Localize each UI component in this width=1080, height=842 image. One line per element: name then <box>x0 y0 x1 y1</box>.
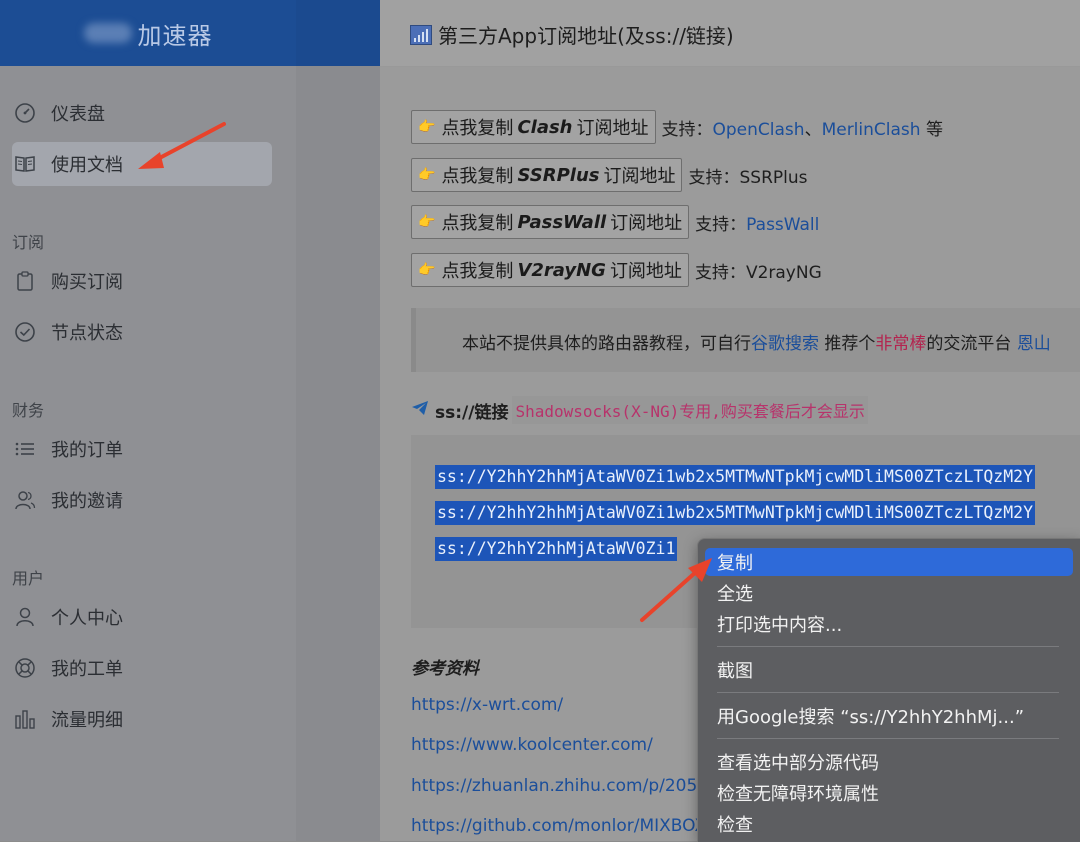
menu-item-copy[interactable]: 复制 <box>705 548 1073 576</box>
sidebar-item-label: 流量明细 <box>51 710 123 731</box>
pointing-hand-icon: 👉 <box>418 214 436 230</box>
copy-passwall-button[interactable]: 👉 点我复制 PassWall 订阅地址 <box>411 205 690 239</box>
highlight-text: 非常棒 <box>875 334 927 354</box>
copy-v2rayng-button[interactable]: 👉 点我复制 V2rayNG 订阅地址 <box>411 253 689 287</box>
button-suffix: 订阅地址 <box>576 118 649 139</box>
sidebar-item-label: 使用文档 <box>51 155 123 176</box>
ss-heading-bold: ss://链接 <box>435 402 509 423</box>
users-icon <box>14 489 36 511</box>
reference-link[interactable]: https://x-wrt.com/ <box>411 695 563 715</box>
pointing-hand-icon: 👉 <box>418 167 436 183</box>
blurred-logo <box>83 23 132 43</box>
list-icon <box>14 438 36 460</box>
page-header: 第三方App订阅地址(及ss://链接) <box>380 0 1080 67</box>
openclash-link[interactable]: OpenClash <box>713 120 805 140</box>
sidebar-item-label: 购买订阅 <box>51 272 123 293</box>
ss-heading: ss://链接 Shadowsocks(X-NG)专用,购买套餐后才会显示 <box>411 396 868 424</box>
support-text: 支持：PassWall <box>695 214 820 235</box>
clipboard-icon <box>14 270 36 292</box>
copy-ssrplus-button[interactable]: 👉 点我复制 SSRPlus 订阅地址 <box>411 158 683 192</box>
menu-item-print-selection[interactable]: 打印选中内容... <box>705 610 1073 638</box>
brand-bar-extension <box>296 0 380 66</box>
merlinclash-link[interactable]: MerlinClash <box>822 120 921 140</box>
notice-text: 本站不提供具体的路由器教程，可自行谷歌搜索 推荐个非常棒的交流平台 恩山 <box>462 334 1051 354</box>
book-icon <box>14 153 36 175</box>
menu-separator <box>717 646 1059 647</box>
dashboard-icon <box>14 102 36 124</box>
ss-link-line[interactable]: ss://Y2hhY2hhMjAtaWV0Zi1wb2x5MTMwNTpkMjc… <box>435 465 1036 489</box>
menu-item-inspect[interactable]: 检查 <box>705 810 1073 838</box>
page-title-text: 第三方App订阅地址(及ss://链接) <box>438 24 734 48</box>
button-prefix: 点我复制 <box>441 118 514 139</box>
sidebar-item-label: 我的订单 <box>51 440 123 461</box>
annotation-arrow-docs <box>138 122 226 169</box>
page-title: 第三方App订阅地址(及ss://链接) <box>410 20 734 49</box>
lifebuoy-icon <box>14 657 36 679</box>
menu-separator <box>717 738 1059 739</box>
button-suffix: 订阅地址 <box>610 213 683 234</box>
reference-link[interactable]: https://github.com/monlor/MIXBOX <box>411 816 706 836</box>
menu-item-google-search[interactable]: 用Google搜索 “ss://Y2hhY2hhMj...” <box>705 702 1073 730</box>
button-app-name: V2rayNG <box>517 259 606 281</box>
brand-logo[interactable]: 加速器 <box>0 0 296 66</box>
menu-separator <box>717 692 1059 693</box>
google-search-link[interactable]: 谷歌搜索 <box>751 334 819 354</box>
menu-item-view-source[interactable]: 查看选中部分源代码 <box>705 748 1073 776</box>
sidebar-item-label: 仪表盘 <box>51 104 105 125</box>
sidebar-item-label: 个人中心 <box>51 608 123 629</box>
enshan-link[interactable]: 恩山 <box>1017 334 1051 354</box>
button-prefix: 点我复制 <box>441 261 514 282</box>
group-title-user: 用户 <box>12 569 45 588</box>
sidebar-item-label: 我的邀请 <box>51 491 123 512</box>
group-title-finance: 财务 <box>12 401 45 420</box>
sidebar-item-traffic-details[interactable]: 流量明细 <box>12 697 272 741</box>
sidebar-item-profile[interactable]: 个人中心 <box>12 595 272 639</box>
bar-chart-icon <box>14 708 36 730</box>
references-title: 参考资料 <box>411 659 479 679</box>
menu-item-screenshot[interactable]: 截图 <box>705 656 1073 684</box>
annotation-arrow-copy <box>640 558 712 622</box>
sidebar-item-tickets[interactable]: 我的工单 <box>12 646 272 690</box>
check-circle-icon <box>14 321 36 343</box>
copy-row-clash: 👉 点我复制 Clash 订阅地址 支持：OpenClash、MerlinCla… <box>411 110 943 144</box>
brand-bar: 加速器 <box>0 0 380 66</box>
support-text: 支持：OpenClash、MerlinClash 等 <box>661 119 943 140</box>
paper-plane-icon <box>411 400 429 420</box>
support-text: 支持：SSRPlus <box>688 167 808 188</box>
button-app-name: SSRPlus <box>517 164 600 186</box>
copy-row-ssrplus: 👉 点我复制 SSRPlus 订阅地址 支持：SSRPlus <box>411 158 807 192</box>
reference-link[interactable]: https://www.koolcenter.com/ <box>411 735 653 755</box>
reference-link[interactable]: https://zhuanlan.zhihu.com/p/2053 <box>411 776 708 796</box>
sidebar-item-my-invites[interactable]: 我的邀请 <box>12 478 272 522</box>
signal-chart-icon <box>410 24 432 45</box>
menu-item-select-all[interactable]: 全选 <box>705 579 1073 607</box>
pointing-hand-icon: 👉 <box>418 119 436 135</box>
sidebar-item-buy-subscription[interactable]: 购买订阅 <box>12 259 272 303</box>
sidebar-item-my-orders[interactable]: 我的订单 <box>12 427 272 471</box>
context-menu: 复制 全选 打印选中内容... 截图 用Google搜索 “ss://Y2hhY… <box>697 538 1080 842</box>
button-prefix: 点我复制 <box>441 166 514 187</box>
group-title-subscription: 订阅 <box>12 233 45 252</box>
button-app-name: PassWall <box>517 211 607 233</box>
copy-clash-button[interactable]: 👉 点我复制 Clash 订阅地址 <box>411 110 656 144</box>
user-icon <box>14 606 36 628</box>
sidebar-item-node-status[interactable]: 节点状态 <box>12 310 272 354</box>
copy-row-v2rayng: 👉 点我复制 V2rayNG 订阅地址 支持：V2rayNG <box>411 253 822 287</box>
sidebar-overlay-strip <box>296 0 380 841</box>
menu-item-inspect-accessibility[interactable]: 检查无障碍环境属性 <box>705 779 1073 807</box>
notice-blockquote: 本站不提供具体的路由器教程，可自行谷歌搜索 推荐个非常棒的交流平台 恩山 <box>411 308 1080 372</box>
button-suffix: 订阅地址 <box>603 166 676 187</box>
ss-heading-code: Shadowsocks(X-NG)专用,购买套餐后才会显示 <box>512 396 868 424</box>
button-prefix: 点我复制 <box>441 213 514 234</box>
copy-row-passwall: 👉 点我复制 PassWall 订阅地址 支持：PassWall <box>411 205 819 239</box>
passwall-link[interactable]: PassWall <box>746 215 819 235</box>
brand-title: 加速器 <box>137 21 213 50</box>
ss-link-line[interactable]: ss://Y2hhY2hhMjAtaWV0Zi1wb2x5MTMwNTpkMjc… <box>435 501 1036 525</box>
sidebar-item-label: 节点状态 <box>51 323 123 344</box>
sidebar-item-label: 我的工单 <box>51 659 123 680</box>
support-text: 支持：V2rayNG <box>694 262 822 283</box>
button-suffix: 订阅地址 <box>609 261 682 282</box>
pointing-hand-icon: 👉 <box>418 262 436 278</box>
button-app-name: Clash <box>517 116 573 138</box>
